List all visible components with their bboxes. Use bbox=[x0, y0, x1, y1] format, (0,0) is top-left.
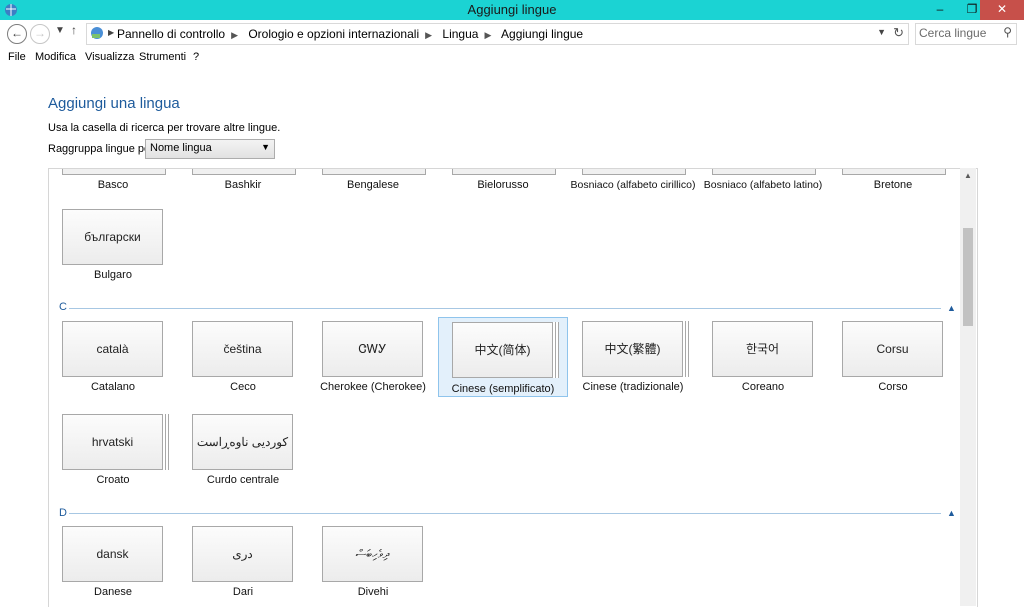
language-item-bulgaro[interactable]: български Bulgaro bbox=[49, 197, 177, 307]
language-caption: Cherokee (Cherokee) bbox=[320, 381, 426, 393]
search-icon[interactable]: ⚲ bbox=[1003, 25, 1012, 39]
menu-view[interactable]: Visualizza bbox=[85, 51, 134, 63]
up-arrow-icon[interactable]: ↑ bbox=[71, 23, 77, 37]
language-item-coreano[interactable]: 한국어 Coreano bbox=[699, 309, 827, 419]
chevron-down-icon: ▼ bbox=[261, 142, 270, 152]
language-tile[interactable]: ދިވެހިބަސް bbox=[322, 526, 423, 582]
language-item-cinese-tradizionale[interactable]: 中文(繁體) Cinese (tradizionale) bbox=[569, 309, 697, 419]
language-item-dari[interactable]: دری Dari bbox=[179, 514, 307, 607]
language-caption[interactable]: Bashkir bbox=[179, 179, 307, 191]
language-caption: Danese bbox=[94, 586, 132, 598]
language-tile[interactable]: 中文(简体) bbox=[452, 322, 553, 378]
menu-tools[interactable]: Strumenti bbox=[139, 51, 186, 63]
language-tile[interactable]: hrvatski bbox=[62, 414, 163, 470]
language-tile-partial[interactable] bbox=[62, 169, 166, 175]
page-title: Aggiungi una lingua bbox=[48, 95, 180, 112]
control-panel-icon bbox=[91, 27, 103, 39]
language-item-cherokee[interactable]: ᏣᎳᎩ Cherokee (Cherokee) bbox=[309, 309, 437, 419]
language-caption: Catalano bbox=[90, 381, 136, 393]
language-item-divehi[interactable]: ދިވެހިބަސް Divehi bbox=[309, 514, 437, 607]
language-caption: Cinese (semplificato) bbox=[451, 383, 555, 395]
language-tile[interactable]: دری bbox=[192, 526, 293, 582]
language-caption[interactable]: Bretone bbox=[829, 179, 957, 191]
language-caption[interactable]: Bielorusso bbox=[439, 179, 567, 191]
language-tile[interactable]: ᏣᎳᎩ bbox=[322, 321, 423, 377]
address-dropdown-icon[interactable]: ▼ bbox=[877, 27, 886, 37]
window-title: Aggiungi lingue bbox=[467, 2, 557, 17]
language-item-danese[interactable]: dansk Danese bbox=[49, 514, 177, 607]
breadcrumb-separator-icon: ▶ bbox=[484, 30, 492, 40]
language-caption: Divehi bbox=[357, 586, 389, 598]
recent-pages-chevron-icon[interactable]: ▼ bbox=[55, 25, 65, 36]
language-tile[interactable]: dansk bbox=[62, 526, 163, 582]
language-tile[interactable]: 中文(繁體) bbox=[582, 321, 683, 377]
language-tile-partial[interactable] bbox=[322, 169, 426, 175]
scrollbar-thumb[interactable] bbox=[963, 228, 973, 326]
language-tile-partial[interactable] bbox=[712, 169, 816, 175]
language-item-cinese-semplificato[interactable]: 中文(简体) Cinese (semplificato) bbox=[438, 317, 568, 397]
language-tile-partial[interactable] bbox=[452, 169, 556, 175]
vertical-scrollbar[interactable]: ▲ bbox=[960, 168, 976, 606]
breadcrumb-item[interactable]: Pannello di controllo bbox=[117, 27, 225, 41]
language-caption: Croato bbox=[96, 474, 130, 486]
language-tile-partial[interactable] bbox=[842, 169, 946, 175]
breadcrumb-item[interactable]: Orologio e opzioni internazionali bbox=[248, 27, 419, 41]
language-caption: Corso bbox=[878, 381, 908, 393]
language-item-corso[interactable]: Corsu Corso bbox=[829, 309, 957, 419]
language-caption: Cinese (tradizionale) bbox=[582, 381, 684, 393]
minimize-button[interactable]: – bbox=[926, 0, 954, 20]
forward-button[interactable]: → bbox=[30, 24, 50, 44]
language-caption: Dari bbox=[232, 586, 254, 598]
search-input[interactable] bbox=[919, 26, 993, 40]
menu-file[interactable]: File bbox=[8, 51, 26, 63]
breadcrumb: Pannello di controllo ▶ Orologio e opzion… bbox=[117, 27, 589, 41]
language-item-croato[interactable]: hrvatski Croato bbox=[49, 402, 177, 512]
breadcrumb-item[interactable]: Aggiungi lingue bbox=[501, 27, 583, 41]
group-by-label: Raggruppa lingue per: bbox=[48, 143, 157, 155]
language-list: Basco Bashkir Bengalese Bielorusso Bosni… bbox=[48, 168, 978, 607]
language-tile[interactable]: български bbox=[62, 209, 163, 265]
group-by-value: Nome lingua bbox=[150, 142, 212, 154]
search-box[interactable]: ⚲ bbox=[915, 23, 1017, 45]
breadcrumb-separator-icon: ▶ bbox=[231, 30, 238, 40]
language-tile-partial[interactable] bbox=[192, 169, 296, 175]
refresh-icon[interactable]: ↻ bbox=[893, 25, 904, 41]
instructions-text: Usa la casella di ricerca per trovare al… bbox=[48, 122, 281, 134]
menu-edit[interactable]: Modifica bbox=[35, 51, 76, 63]
address-toolbar: ← → ▼ ↑ ▶ Pannello di controllo ▶ Orologi… bbox=[0, 20, 1024, 49]
language-caption: Coreano bbox=[741, 381, 785, 393]
breadcrumb-chevron-icon: ▶ bbox=[108, 28, 115, 37]
language-caption[interactable]: Basco bbox=[49, 179, 177, 191]
breadcrumb-separator-icon: ▶ bbox=[425, 30, 433, 40]
group-by-select[interactable]: Nome lingua ▼ bbox=[145, 139, 275, 159]
language-caption[interactable]: Bengalese bbox=[309, 179, 437, 191]
language-tile[interactable]: català bbox=[62, 321, 163, 377]
language-caption: Bulgaro bbox=[94, 269, 132, 281]
language-caption[interactable]: Bosniaco (alfabeto cirillico) bbox=[569, 179, 697, 191]
back-button[interactable]: ← bbox=[7, 24, 27, 44]
breadcrumb-item[interactable]: Lingua bbox=[442, 27, 478, 41]
scroll-up-icon[interactable]: ▲ bbox=[964, 171, 972, 180]
menu-help[interactable]: ? bbox=[193, 51, 199, 63]
language-caption: Curdo centrale bbox=[206, 474, 280, 486]
close-button[interactable]: ✕ bbox=[980, 0, 1024, 20]
title-bar: Aggiungi lingue – ❐ ✕ bbox=[0, 0, 1024, 20]
language-tile[interactable]: 한국어 bbox=[712, 321, 813, 377]
language-tile[interactable]: Corsu bbox=[842, 321, 943, 377]
address-box[interactable]: ▶ Pannello di controllo ▶ Orologio e opzi… bbox=[86, 23, 909, 45]
language-item-curdo-centrale[interactable]: کوردیی ناوەڕاست Curdo centrale bbox=[179, 402, 307, 512]
language-caption: Ceco bbox=[230, 381, 256, 393]
language-tile[interactable]: کوردیی ناوەڕاست bbox=[192, 414, 293, 470]
language-tile-partial[interactable] bbox=[582, 169, 686, 175]
menu-bar: File Modifica Visualizza Strumenti ? bbox=[0, 48, 1024, 66]
language-tile[interactable]: čeština bbox=[192, 321, 293, 377]
collapse-section-icon[interactable]: ▲ bbox=[947, 508, 956, 518]
language-caption[interactable]: Bosniaco (alfabeto latino) bbox=[699, 179, 827, 191]
